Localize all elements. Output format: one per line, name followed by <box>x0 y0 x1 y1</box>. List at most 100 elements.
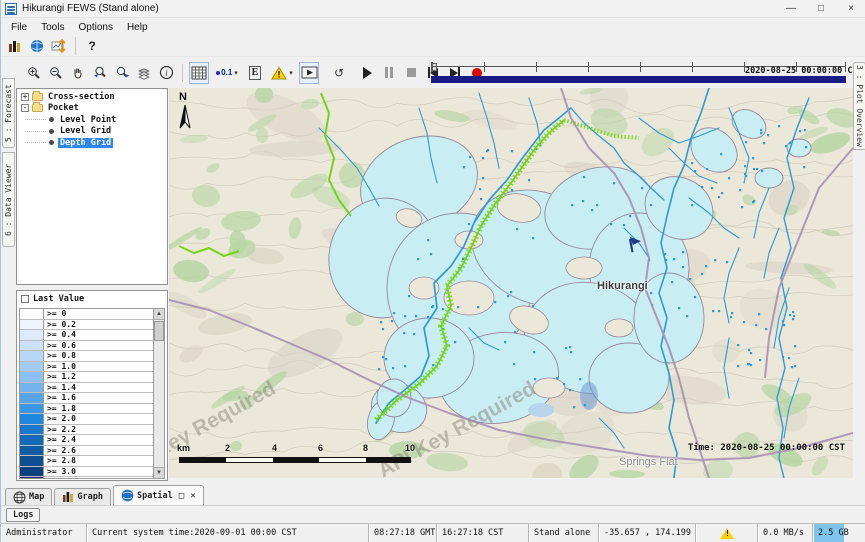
legend-row: >= 1.6 <box>20 393 153 404</box>
help-button[interactable]: ? <box>82 35 102 57</box>
folder-icon <box>32 93 43 101</box>
tree-item-label[interactable]: Depth Grid <box>58 138 113 148</box>
legend-label: >= 1.2 <box>44 372 79 382</box>
tab-plot-overview[interactable]: 3 : Plot Overview <box>853 62 865 150</box>
pan-hand-icon[interactable] <box>68 62 88 84</box>
close-icon[interactable]: × <box>836 0 865 18</box>
last-value-label: Last Value <box>33 294 84 304</box>
tree-item-label[interactable]: Level Point <box>58 115 118 125</box>
menu-item-file[interactable]: File <box>4 20 34 35</box>
minimize-icon[interactable]: — <box>776 0 806 18</box>
scrollbar-thumb[interactable] <box>154 321 164 341</box>
tree-item-label[interactable]: Cross-section <box>46 92 117 102</box>
map-canvas[interactable] <box>169 88 853 478</box>
tree-item-label[interactable]: Pocket <box>46 103 81 113</box>
undock-icon[interactable]: □ <box>179 491 184 501</box>
tree-connector <box>25 119 46 120</box>
animation-settings-icon[interactable]: ↺ <box>329 62 349 84</box>
legend-label: >= 2.0 <box>44 414 79 424</box>
legend-row: >= 2.6 <box>20 446 153 457</box>
menu-item-options[interactable]: Options <box>71 20 119 35</box>
scroll-up-icon[interactable]: ▲ <box>154 309 164 320</box>
menu-item-tools[interactable]: Tools <box>34 20 71 35</box>
tree-item-pocket[interactable]: - Pocket <box>17 103 167 115</box>
map-display-button[interactable] <box>27 35 47 57</box>
legend-swatch <box>20 309 44 319</box>
expand-icon[interactable]: + <box>21 93 29 101</box>
warning-icon <box>720 528 734 539</box>
wire-globe-icon <box>13 491 26 504</box>
legend-swatch <box>20 477 44 479</box>
legend-swatch <box>20 425 44 435</box>
tree-item-cross-section[interactable]: + Cross-section <box>17 91 167 103</box>
legend-row: >= 3.0 <box>20 467 153 478</box>
stop-button[interactable] <box>401 62 421 84</box>
logs-row: Logs <box>1 505 865 523</box>
zoom-out-icon[interactable] <box>46 62 66 84</box>
legend-swatch <box>20 351 44 361</box>
status-user: Administrator <box>1 524 87 542</box>
close-tab-icon[interactable]: ✕ <box>190 491 195 501</box>
status-warning[interactable] <box>696 524 758 542</box>
pause-button[interactable] <box>379 62 399 84</box>
label-precision-dropdown[interactable]: 0.1 ▾ <box>211 62 243 84</box>
bar-chart-icon <box>62 491 74 503</box>
tree-item-label[interactable]: Level Grid <box>58 126 113 136</box>
legend-row: >= 3.2 <box>20 477 153 479</box>
chevron-down-icon: ▾ <box>289 69 293 77</box>
play-button[interactable] <box>357 62 377 84</box>
tab-spatial[interactable]: Spatial □ ✕ <box>113 485 204 505</box>
node-bullet-icon <box>49 117 54 122</box>
maximize-icon[interactable]: □ <box>806 0 836 18</box>
elevation-button[interactable]: E <box>245 62 265 84</box>
timeseries-display-button[interactable] <box>49 35 69 57</box>
display-tabs: Map Graph Spatial □ ✕ <box>1 483 865 505</box>
tree-item-depth-grid[interactable]: Depth Grid <box>17 137 167 149</box>
tree-item-level-point[interactable]: Level Point <box>17 114 167 126</box>
node-bullet-icon <box>49 129 54 134</box>
legend-label: >= 2.2 <box>44 425 79 435</box>
grid-display-button[interactable] <box>189 62 209 84</box>
legend-label: >= 0.4 <box>44 330 79 340</box>
legend-row: >= 2.0 <box>20 414 153 425</box>
tab-graph[interactable]: Graph <box>54 488 111 505</box>
tab-data-viewer[interactable]: 6 : Data Viewer <box>2 152 15 247</box>
time-slider-handle[interactable] <box>432 63 437 71</box>
warnings-dropdown[interactable]: ! ▾ <box>267 62 297 84</box>
map-time-label: Time: 2020-08-25 00:00:00 CST <box>688 443 845 453</box>
tab-map[interactable]: Map <box>5 488 52 505</box>
layers-icon[interactable] <box>134 62 154 84</box>
legend-swatch <box>20 330 44 340</box>
legend-row: >= 0.8 <box>20 351 153 362</box>
app-logo-icon <box>5 3 17 15</box>
tree-item-level-grid[interactable]: Level Grid <box>17 126 167 138</box>
legend-swatch <box>20 372 44 382</box>
precision-dot-icon <box>216 71 220 75</box>
node-bullet-icon <box>49 140 54 145</box>
collapse-icon[interactable]: - <box>21 104 29 112</box>
status-coordinates: -35.657 , 174.199 <box>599 524 696 542</box>
info-icon[interactable]: i <box>156 62 176 84</box>
zoom-in-icon[interactable] <box>24 62 44 84</box>
scale-tick-label: 10 <box>405 443 415 453</box>
tree-connector <box>25 142 46 143</box>
logs-button[interactable]: Logs <box>6 508 40 522</box>
database-viewer-button[interactable] <box>5 35 25 57</box>
menu-item-help[interactable]: Help <box>120 20 155 35</box>
status-system-time: Current system time:2020-09-01 00:00 CST <box>87 524 369 542</box>
zoom-previous-icon[interactable] <box>90 62 110 84</box>
legend-label: >= 3.2 <box>44 477 79 479</box>
title-bar: Hikurangi FEWS (Stand alone) — □ × <box>1 0 865 18</box>
scroll-down-icon[interactable]: ▼ <box>154 467 164 478</box>
map-view[interactable]: API Key Required API Key Required N Hiku… <box>169 88 853 478</box>
legend-scrollbar[interactable]: ▲ ▼ <box>153 308 165 479</box>
application-window: Hikurangi FEWS (Stand alone) — □ × FileT… <box>0 0 865 542</box>
warning-icon: ! <box>271 66 287 80</box>
legend-swatch <box>20 383 44 393</box>
tab-forecast[interactable]: 5 : Forecast <box>2 78 15 148</box>
animation-panel-button[interactable] <box>299 62 319 84</box>
last-value-checkbox[interactable] <box>21 295 29 303</box>
zoom-next-icon[interactable] <box>112 62 132 84</box>
legend-swatch <box>20 404 44 414</box>
scale-tick-label: 4 <box>272 443 277 453</box>
